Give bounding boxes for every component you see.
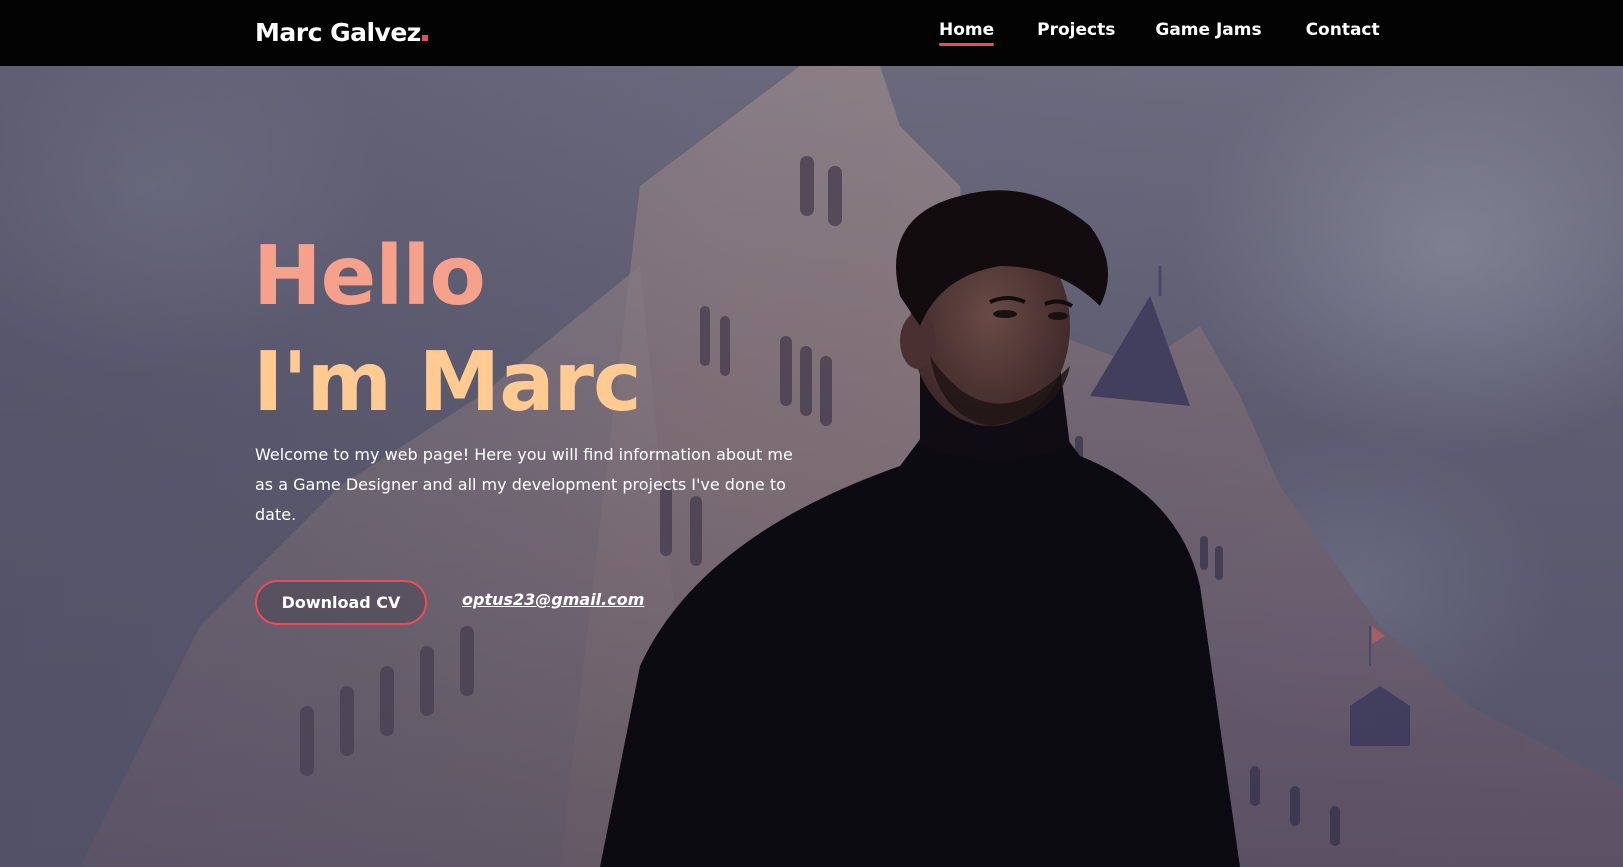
logo-text: Marc Galvez: [255, 18, 421, 47]
nav-item-projects[interactable]: Projects: [1037, 20, 1115, 40]
email-link[interactable]: optus23@gmail.com: [462, 590, 644, 609]
logo-dot-icon: [421, 35, 428, 41]
navbar: Marc Galvez Home Projects Game Jams Cont…: [0, 0, 1623, 66]
hero-greeting: Hello: [253, 229, 486, 324]
hero-background-photo: [0, 66, 1623, 867]
hero-description: Welcome to my web page! Here you will fi…: [255, 445, 793, 524]
hero-section: [0, 66, 1623, 867]
page: Hello I'm Marc Welcome to my web page! H…: [0, 0, 1623, 867]
nav-item-contact[interactable]: Contact: [1306, 20, 1380, 40]
nav-item-game-jams[interactable]: Game Jams: [1155, 20, 1261, 40]
hero-intro: I'm Marc: [253, 335, 642, 430]
site-logo[interactable]: Marc Galvez: [255, 18, 428, 47]
nav-menu: Home Projects Game Jams Contact: [939, 20, 1380, 46]
nav-item-home[interactable]: Home: [939, 20, 995, 46]
download-cv-button[interactable]: Download CV: [255, 580, 427, 625]
